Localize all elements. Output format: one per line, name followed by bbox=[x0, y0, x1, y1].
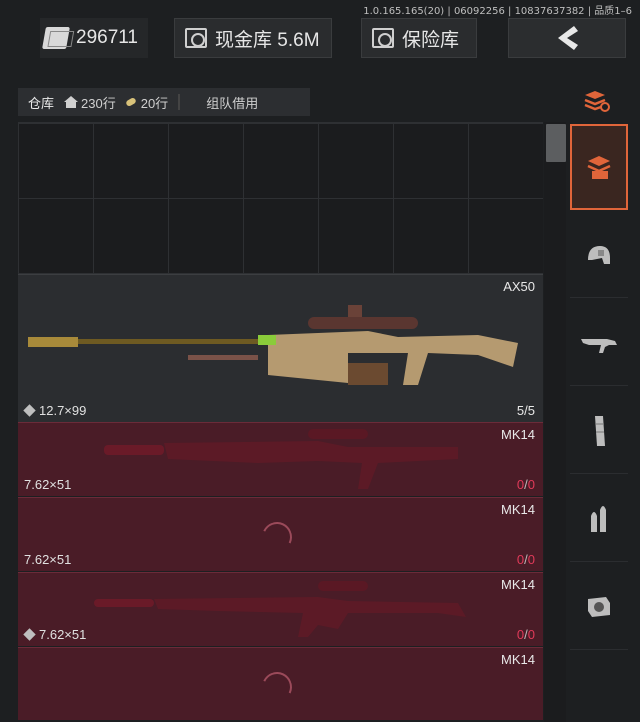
storage-tabs: 仓库 230行 20行 组队借用 bbox=[18, 88, 310, 116]
category-rifle[interactable] bbox=[570, 300, 628, 386]
safe-button[interactable]: 保险库 bbox=[361, 18, 477, 58]
weapon-item-ax50[interactable]: AX50 12.7×99 5/5 bbox=[18, 274, 543, 422]
weapon-item-mk14[interactable]: MK14 7.62×51 0/0 bbox=[18, 572, 543, 646]
cash-vault-label: 现金库 5.6M bbox=[215, 29, 320, 51]
ammo-rows-label: 20行 bbox=[140, 95, 169, 111]
category-helmet[interactable] bbox=[570, 212, 628, 298]
safe-icon bbox=[372, 28, 394, 48]
category-ammo[interactable] bbox=[570, 476, 628, 562]
tab-warehouse[interactable]: 仓库 bbox=[18, 93, 60, 112]
money-display: 296711 bbox=[40, 18, 148, 58]
cash-vault-button[interactable]: 现金库 5.6M bbox=[174, 18, 332, 58]
category-sight[interactable] bbox=[570, 564, 628, 650]
money-value: 296711 bbox=[76, 27, 138, 48]
house-icon bbox=[64, 96, 79, 108]
caliber-text: 12.7×99 bbox=[39, 403, 87, 418]
cube-icon bbox=[23, 404, 36, 417]
caliber-label: 7.62×51 bbox=[23, 627, 87, 642]
top-bar: 296711 现金库 5.6M 保险库 bbox=[0, 18, 640, 62]
banknote-icon bbox=[42, 27, 70, 49]
sight-icon bbox=[588, 596, 610, 617]
category-storage[interactable] bbox=[570, 124, 628, 210]
category-magazine[interactable] bbox=[570, 388, 628, 474]
ammo-icon bbox=[591, 505, 606, 532]
weapon-name: MK14 bbox=[501, 652, 535, 667]
cube-icon bbox=[23, 628, 36, 641]
tab-team-borrow[interactable]: 组队借用 bbox=[190, 93, 258, 112]
weapon-item-mk14[interactable]: MK14 7.62×51 0/0 bbox=[18, 422, 543, 496]
caliber-label: 12.7×99 bbox=[23, 403, 87, 418]
tab-divider bbox=[178, 94, 181, 110]
weapon-item-mk14[interactable]: MK14 7.62×51 0/0 bbox=[18, 497, 543, 571]
chevron-left-icon bbox=[558, 26, 578, 50]
loading-spinner-icon bbox=[257, 667, 297, 707]
ammo-small-icon bbox=[125, 98, 136, 106]
weapon-name: MK14 bbox=[501, 502, 535, 517]
version-text: 1.0.165.165(20) | 06092256 | 10837637382… bbox=[363, 6, 632, 17]
weapon-item-mk14[interactable]: MK14 bbox=[18, 647, 543, 720]
tab-ammo-rows[interactable]: 20行 bbox=[120, 93, 172, 112]
empty-storage-grid[interactable] bbox=[18, 122, 543, 274]
stack-refresh-icon bbox=[584, 91, 610, 112]
storage-icon bbox=[587, 156, 611, 179]
magazine-icon bbox=[595, 415, 605, 446]
rifle-image bbox=[94, 581, 466, 637]
category-sidebar bbox=[568, 80, 640, 720]
helmet-icon bbox=[588, 245, 610, 264]
tab-house-rows[interactable]: 230行 bbox=[60, 93, 120, 112]
ammo-count: 0/0 bbox=[516, 552, 535, 567]
ammo-count: 0/0 bbox=[516, 477, 535, 492]
scrollbar-track[interactable] bbox=[544, 122, 566, 722]
sniper-rifle-image bbox=[28, 305, 518, 385]
rifle-image bbox=[104, 429, 458, 489]
vault-icon bbox=[185, 28, 207, 48]
ammo-count: 5/5 bbox=[516, 403, 535, 418]
caliber-label: 7.62×51 bbox=[24, 477, 72, 492]
rifle-icon bbox=[581, 338, 617, 353]
sort-refresh-button[interactable] bbox=[582, 86, 612, 116]
caliber-label: 7.62×51 bbox=[24, 552, 72, 567]
ammo-count: 0/0 bbox=[516, 627, 535, 642]
back-button[interactable] bbox=[508, 18, 626, 58]
safe-label: 保险库 bbox=[402, 29, 460, 51]
scrollbar-thumb[interactable] bbox=[546, 124, 566, 162]
caliber-text: 7.62×51 bbox=[39, 627, 87, 642]
loading-spinner-icon bbox=[257, 517, 297, 557]
house-rows-label: 230行 bbox=[81, 95, 116, 111]
